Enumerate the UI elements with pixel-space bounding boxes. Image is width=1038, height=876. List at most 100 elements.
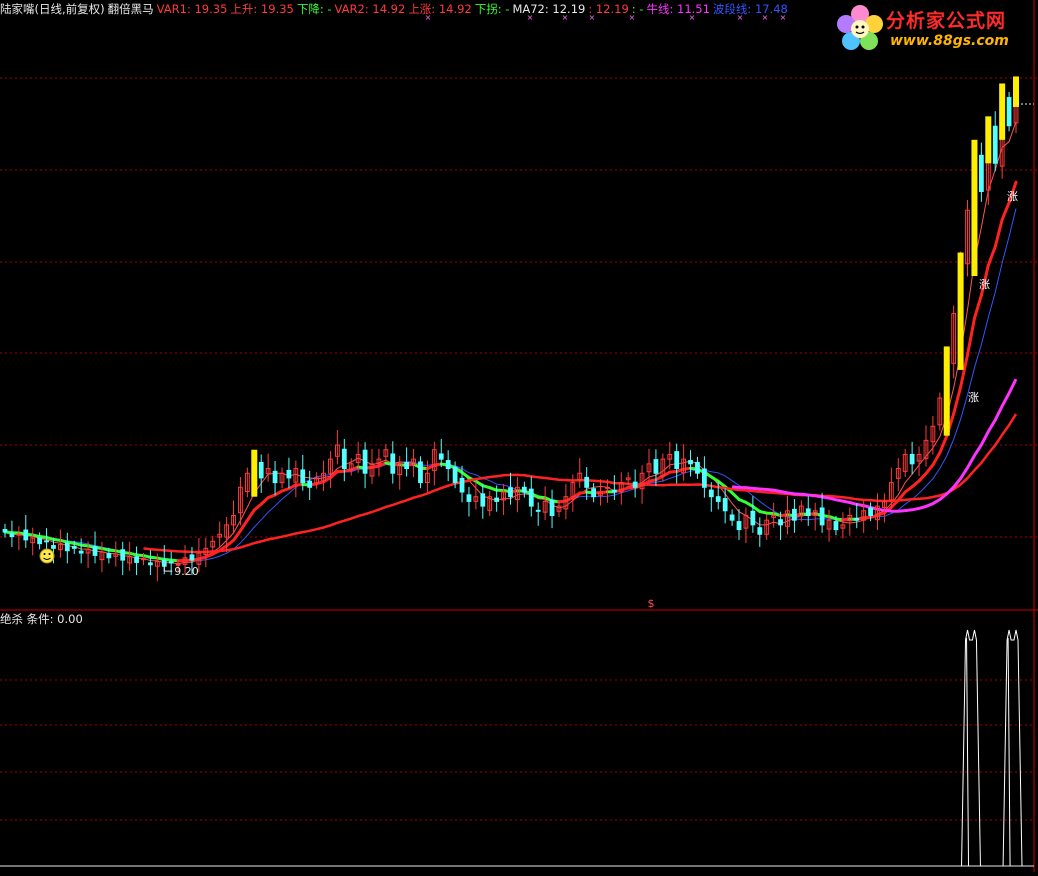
- candle-body: [654, 460, 658, 474]
- candle-body: [342, 449, 346, 468]
- smiley-eye: [49, 553, 51, 555]
- trend-segment: [968, 318, 975, 355]
- candle-body: [689, 461, 693, 464]
- candle-body: [536, 510, 540, 511]
- up-signal-label-1: 涨: [979, 278, 990, 291]
- candle-body: [758, 528, 762, 535]
- candle-body: [405, 462, 409, 468]
- up-signal-label-2: 涨: [1007, 190, 1018, 203]
- candle-body: [779, 520, 783, 525]
- header-item-11: 牛线: 11.51: [646, 2, 709, 16]
- candle-body: [550, 500, 554, 515]
- candle-body: [509, 488, 513, 497]
- candle-body: [419, 462, 423, 483]
- lower-panel-label: 绝杀 条件: 0.00: [0, 611, 83, 627]
- candle-body: [716, 497, 720, 502]
- candle-body: [190, 555, 194, 560]
- header-item-9: : 12.19: [588, 2, 628, 16]
- candle-body: [17, 534, 21, 535]
- trend-segment: [933, 453, 940, 465]
- candle-body: [135, 557, 139, 563]
- candle-body: [453, 467, 457, 482]
- candle-body: [993, 126, 997, 163]
- flower-logo-icon: [836, 4, 884, 54]
- smiley-face: [40, 549, 54, 563]
- smiley-eye: [44, 553, 46, 555]
- candle-body: [45, 541, 49, 542]
- candle-body: [308, 481, 312, 487]
- condition-spike-inner: [967, 638, 969, 866]
- header-item-3: 上升: 19.35: [230, 2, 293, 16]
- signal-bars: [251, 76, 1019, 496]
- header-item-2: VAR1: 19.35: [157, 2, 228, 16]
- header-item-4: 下降: -: [297, 2, 332, 16]
- chart-stage: 9.20涨涨涨$×××××××××: [0, 0, 1038, 872]
- candle-body: [585, 477, 589, 487]
- candle-body: [467, 495, 471, 502]
- candle-body: [592, 489, 596, 497]
- lower-panel-indicator: 条件: 0.00: [27, 612, 83, 626]
- candle-body: [107, 554, 111, 558]
- candle-body: [481, 494, 485, 506]
- candle-body: [79, 551, 83, 553]
- header-item-5: VAR2: 14.92: [335, 2, 406, 16]
- condition-spike: [962, 630, 981, 866]
- chart-grid: [0, 0, 1038, 872]
- header-item-8: MA72: 12.19: [512, 2, 585, 16]
- candle-body: [675, 452, 679, 469]
- up-signal-label-0: 涨: [968, 391, 979, 404]
- candle-body: [287, 470, 291, 478]
- candle-body: [855, 518, 859, 520]
- header-item-10: : -: [632, 2, 644, 16]
- candle-body: [612, 490, 616, 492]
- candle-body: [439, 454, 443, 459]
- candle-body: [169, 562, 173, 563]
- trend-segment: [926, 465, 933, 474]
- candle-body: [495, 498, 499, 501]
- logo-url: www.88gs.com: [890, 33, 1009, 49]
- candle-body: [38, 538, 42, 544]
- trend-segment: [940, 436, 947, 453]
- candle-body: [834, 522, 838, 530]
- wave-line: [5, 209, 1016, 561]
- candle-body: [702, 469, 706, 487]
- candle-body: [793, 509, 797, 520]
- site-logo[interactable]: 分析家公式网 www.88gs.com: [836, 2, 1032, 56]
- candle-body: [301, 470, 305, 483]
- candle-body: [93, 546, 97, 555]
- candle-body: [723, 499, 727, 511]
- kline-chart[interactable]: 9.20涨涨涨$×××××××××: [0, 0, 1038, 872]
- candle-body: [737, 522, 741, 530]
- trend-segment: [988, 247, 995, 266]
- dollar-marker: $: [648, 597, 655, 610]
- low-price-label: 9.20: [174, 565, 199, 578]
- signal-bar: [971, 140, 977, 276]
- candle-body: [121, 550, 125, 560]
- signal-bar: [944, 346, 950, 435]
- candle-body: [730, 515, 734, 520]
- signal-bar: [958, 253, 964, 370]
- candle-body: [820, 508, 824, 525]
- candle-body: [1007, 98, 1011, 126]
- signal-bar: [999, 83, 1005, 139]
- candle-body: [751, 511, 755, 525]
- candle-body: [696, 462, 700, 473]
- candle-body: [52, 546, 56, 549]
- condition-spike: [1003, 630, 1022, 866]
- indicator-header: 陆家嘴(日线,前复权)翻倍黑马VAR1: 19.35上升: 19.35 下降: -…: [0, 0, 791, 18]
- candle-body: [910, 454, 914, 463]
- header-item-0: 陆家嘴(日线,前复权): [0, 2, 105, 16]
- signal-bar: [251, 450, 257, 497]
- condition-spike-inner: [1008, 638, 1010, 866]
- candle-body: [869, 508, 873, 516]
- trend-segment: [247, 510, 254, 520]
- candle-body: [806, 509, 810, 516]
- candle-body: [709, 490, 713, 497]
- candle-body: [460, 478, 464, 492]
- trend-segment: [234, 531, 241, 541]
- candle-body: [142, 559, 146, 560]
- signal-bar: [1013, 76, 1019, 107]
- header-item-1: 翻倍黑马: [108, 2, 154, 16]
- candle-body: [3, 530, 7, 532]
- lower-panel-title: 绝杀: [0, 612, 23, 626]
